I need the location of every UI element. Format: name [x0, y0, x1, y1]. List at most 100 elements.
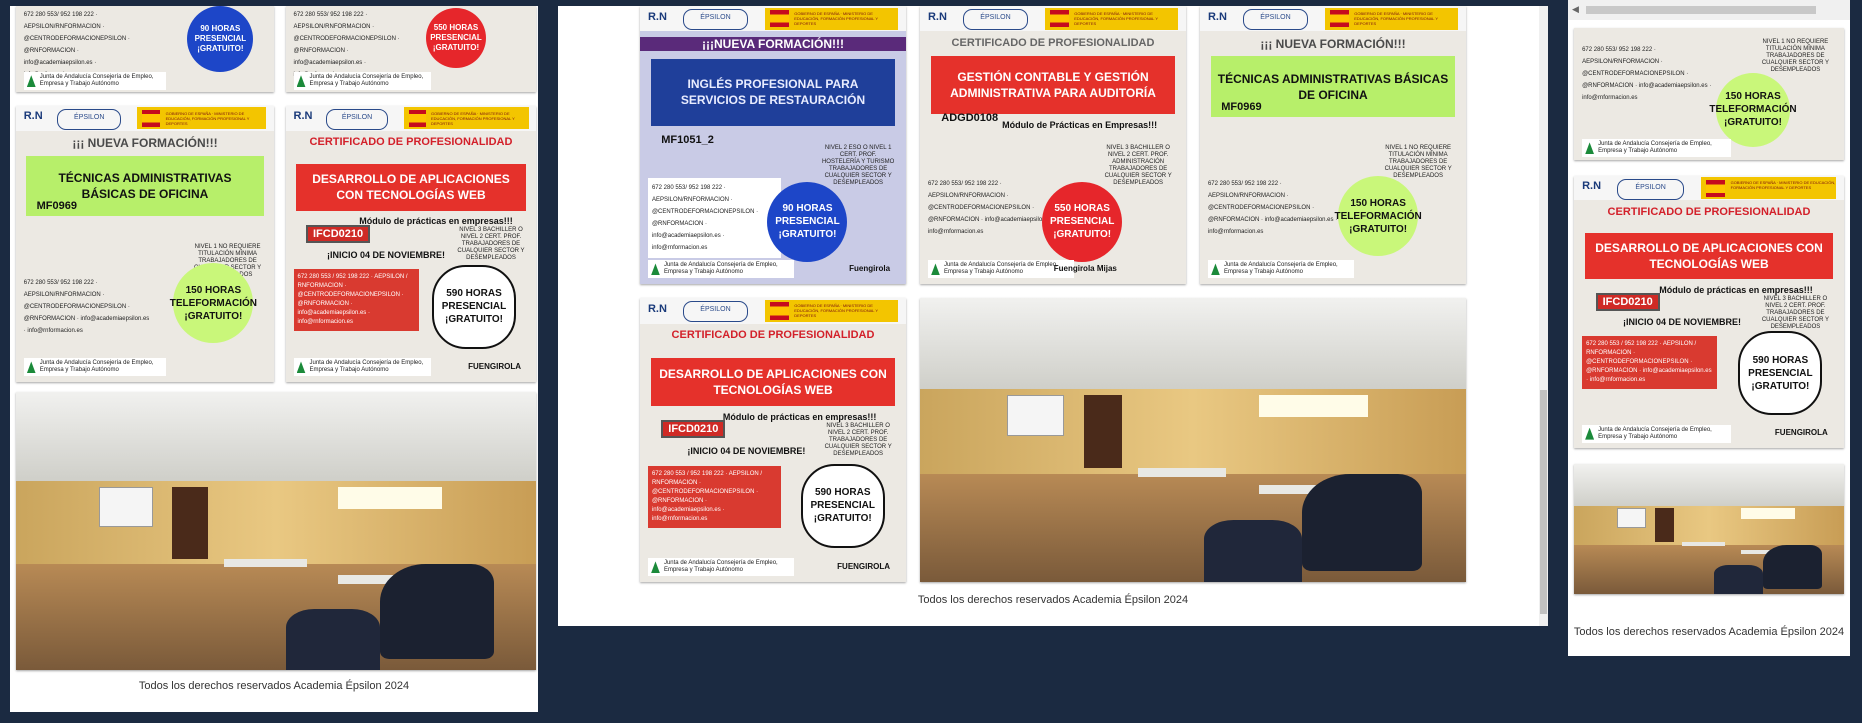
spain-flag-icon [1050, 9, 1069, 28]
poster-code: IFCD0210 [661, 420, 726, 439]
poster-badge: 590 HORAS PRESENCIAL ¡GRATUITO! [800, 463, 885, 548]
poster-city: Fuengirola [849, 263, 891, 273]
poster-badge: 150 HORAS TELEFORMACIÓN ¡GRATUITO! [170, 263, 257, 344]
browser-viewport-center: R.N ÉPSILON GOBIERNO DE ESPAÑA · MINISTE… [558, 6, 1548, 626]
rn-logo: R.N [927, 10, 947, 23]
epsilon-logo: ÉPSILON [326, 108, 388, 130]
epsilon-logo: ÉPSILON [962, 9, 1029, 30]
poster-junta-logo: Junta de Andalucía Consejería de Empleo,… [1207, 260, 1355, 279]
poster-tecnicas-partial[interactable]: 672 280 553/ 952 198 222 · AEPSILON/RNFO… [1574, 28, 1844, 160]
rn-logo: R.N [647, 302, 667, 315]
poster-desarrollo-aplicaciones[interactable]: R.N ÉPSILON GOBIERNO DE ESPAÑA · MINISTE… [1574, 176, 1844, 448]
poster-logo-bar: R.N ÉPSILON GOBIERNO DE ESPAÑA · MINISTE… [286, 106, 536, 131]
poster-ingles-partial[interactable]: 672 280 553/ 952 198 222 · AEPSILON/RNFO… [16, 6, 274, 92]
gobierno-logo: GOBIERNO DE ESPAÑA · MINISTERIO DE EDUCA… [1700, 177, 1836, 199]
poster-contacts: 672 280 553/ 952 198 222 · AEPSILON/RNFO… [927, 181, 1058, 236]
poster-headline: CERTIFICADO DE PROFESIONALIDAD [951, 36, 1155, 49]
rn-logo: R.N [23, 110, 43, 123]
spain-flag-icon [770, 9, 789, 28]
poster-junta-logo: Junta de Andalucía Consejería de Empleo,… [647, 558, 795, 577]
poster-contacts: 672 280 553/ 952 198 222 · AEPSILON/RNFO… [1582, 46, 1712, 101]
poster-logo-bar: R.N ÉPSILON GOBIERNO DE ESPAÑA · MINISTE… [16, 106, 274, 131]
poster-headline: ¡¡¡ NUEVA FORMACIÓN!!! [72, 136, 218, 151]
gobierno-logo: GOBIERNO DE ESPAÑA · MINISTERIO DE EDUCA… [1045, 7, 1179, 30]
classroom-photo[interactable] [16, 392, 536, 670]
spain-flag-icon [1706, 179, 1726, 197]
poster-code: IFCD0210 [1595, 292, 1660, 311]
poster-ingles-profesional[interactable]: R.N ÉPSILON GOBIERNO DE ESPAÑA · MINISTE… [640, 6, 906, 284]
poster-desarrollo-aplicaciones[interactable]: R.N ÉPSILON GOBIERNO DE ESPAÑA · MINISTE… [286, 106, 536, 382]
poster-title: DESARROLLO DE APLICACIONES CON TECNOLOGÍ… [650, 357, 896, 406]
rn-logo: R.N [1582, 180, 1602, 193]
poster-inicio: ¡INICIO 04 DE NOVIEMBRE! [687, 445, 806, 456]
poster-badge: 590 HORAS PRESENCIAL ¡GRATUITO! [432, 264, 516, 349]
poster-gestion-partial[interactable]: 672 280 553/ 952 198 222 · AEPSILON/RNFO… [286, 6, 536, 92]
classroom-photo[interactable] [1574, 464, 1844, 594]
poster-inicio: ¡INICIO 04 DE NOVIEMBRE! [1622, 317, 1741, 328]
poster-headline: CERTIFICADO DE PROFESIONALIDAD [1607, 205, 1811, 218]
poster-logo-bar: R.N ÉPSILON GOBIERNO DE ESPAÑA · MINISTE… [920, 6, 1186, 32]
poster-junta-logo: Junta de Andalucía Consejería de Empleo,… [1582, 139, 1731, 158]
footer-copyright: Todos los derechos reservados Academia É… [917, 594, 1189, 606]
poster-headline: ¡¡¡NUEVA FORMACIÓN!!! [640, 36, 906, 51]
poster-badge: 150 HORAS TELEFORMACIÓN ¡GRATUITO! [1335, 176, 1422, 257]
rn-logo: R.N [1207, 10, 1227, 23]
poster-junta-logo: Junta de Andalucía Consejería de Empleo,… [927, 260, 1075, 279]
poster-code: IFCD0210 [306, 224, 371, 243]
poster-modulo: Módulo de prácticas en empresas!!! [722, 411, 877, 422]
poster-notes: NIVEL 3 BACHILLER O NIVEL 2 CERT. PROF. … [1104, 145, 1172, 186]
scrollbar-thumb[interactable] [1540, 390, 1547, 614]
poster-badge: 590 HORAS PRESENCIAL ¡GRATUITO! [1738, 331, 1823, 416]
poster-headline: ¡¡¡ NUEVA FORMACIÓN!!! [1260, 36, 1406, 51]
poster-code: MF1051_2 [661, 133, 714, 146]
poster-modulo: Módulo de prácticas en empresas!!! [359, 216, 513, 227]
poster-title: INGLÉS PROFESIONAL PARA SERVICIOS DE RES… [650, 58, 896, 126]
poster-inicio: ¡INICIO 04 DE NOVIEMBRE! [326, 249, 445, 260]
gobierno-logo: GOBIERNO DE ESPAÑA · MINISTERIO DE EDUCA… [765, 299, 899, 322]
poster-notes: NIVEL 3 BACHILLER O NIVEL 2 CERT. PROF. … [1761, 295, 1829, 330]
poster-notes: NIVEL 2 ESO O NIVEL 1 CERT. PROF. HOSTEL… [821, 145, 895, 186]
poster-headline: CERTIFICADO DE PROFESIONALIDAD [671, 329, 875, 342]
poster-junta-logo: Junta de Andalucía Consejería de Empleo,… [293, 358, 431, 377]
poster-contacts: 672 280 553/ 952 198 222 · AEPSILON/RNFO… [1207, 181, 1338, 236]
poster-junta-logo: Junta de Andalucía Consejería de Empleo,… [647, 260, 795, 279]
poster-badge: 550 HORAS PRESENCIAL ¡GRATUITO! [426, 7, 486, 68]
epsilon-logo: ÉPSILON [1242, 9, 1309, 30]
scroll-left-arrow-icon[interactable]: ◀ [1572, 4, 1579, 15]
gobierno-logo: GOBIERNO DE ESPAÑA · MINISTERIO DE EDUCA… [137, 107, 267, 130]
poster-tecnicas-administrativas[interactable]: R.N ÉPSILON GOBIERNO DE ESPAÑA · MINISTE… [1200, 6, 1466, 284]
rn-logo: R.N [647, 10, 667, 23]
poster-notes: NIVEL 1 NO REQUIERE TITULACIÓN MÍNIMA TR… [1761, 38, 1829, 73]
vertical-scrollbar[interactable] [1539, 6, 1548, 626]
spain-flag-icon [1330, 9, 1349, 28]
poster-notes: NIVEL 3 BACHILLER O NIVEL 2 CERT. PROF. … [457, 227, 525, 262]
poster-contacts: 672 280 553 / 952 198 222 · AEPSILON / R… [293, 268, 419, 331]
footer-copyright: Todos los derechos reservados Academia É… [138, 680, 410, 692]
poster-contacts: 672 280 553 / 952 198 222 · AEPSILON / R… [1582, 336, 1718, 390]
poster-contacts: 672 280 553 / 952 198 222 · AEPSILON / R… [647, 465, 781, 528]
rn-logo: R.N [293, 110, 313, 123]
poster-tecnicas-administrativas[interactable]: R.N ÉPSILON GOBIERNO DE ESPAÑA · MINISTE… [16, 106, 274, 382]
gobierno-logo: GOBIERNO DE ESPAÑA · MINISTERIO DE EDUCA… [765, 7, 899, 30]
poster-notes: NIVEL 3 BACHILLER O NIVEL 2 CERT. PROF. … [824, 422, 892, 457]
scrollbar-thumb[interactable] [1586, 6, 1816, 14]
epsilon-logo: ÉPSILON [57, 108, 122, 130]
poster-title: GESTIÓN CONTABLE Y GESTIÓN ADMINISTRATIV… [930, 56, 1176, 115]
poster-logo-bar: R.N ÉPSILON GOBIERNO DE ESPAÑA · MINISTE… [1200, 6, 1466, 32]
poster-badge: 90 HORAS PRESENCIAL ¡GRATUITO! [767, 181, 848, 262]
browser-viewport-right: ◀ 672 280 553/ 952 198 222 · AEPSILON/RN… [1568, 0, 1850, 656]
classroom-photo[interactable] [920, 298, 1466, 582]
poster-city: Fuengirola Mijas [1053, 263, 1117, 273]
poster-gestion-contable[interactable]: R.N ÉPSILON GOBIERNO DE ESPAÑA · MINISTE… [920, 6, 1186, 284]
poster-logo-bar: R.N ÉPSILON GOBIERNO DE ESPAÑA · MINISTE… [640, 298, 906, 324]
poster-city: FUENGIROLA [468, 361, 521, 371]
horizontal-scrollbar[interactable]: ◀ [1568, 0, 1850, 20]
poster-junta-logo: Junta de Andalucía Consejería de Empleo,… [23, 72, 166, 91]
poster-badge: 90 HORAS PRESENCIAL ¡GRATUITO! [187, 6, 254, 72]
poster-title: DESARROLLO DE APLICACIONES CON TECNOLOGÍ… [1584, 233, 1834, 280]
poster-junta-logo: Junta de Andalucía Consejería de Empleo,… [1582, 424, 1731, 443]
poster-desarrollo-aplicaciones[interactable]: R.N ÉPSILON GOBIERNO DE ESPAÑA · MINISTE… [640, 298, 906, 582]
poster-junta-logo: Junta de Andalucía Consejería de Empleo,… [23, 358, 166, 377]
poster-code: MF0969 [1221, 100, 1262, 113]
gobierno-logo: GOBIERNO DE ESPAÑA · MINISTERIO DE EDUCA… [403, 107, 529, 130]
